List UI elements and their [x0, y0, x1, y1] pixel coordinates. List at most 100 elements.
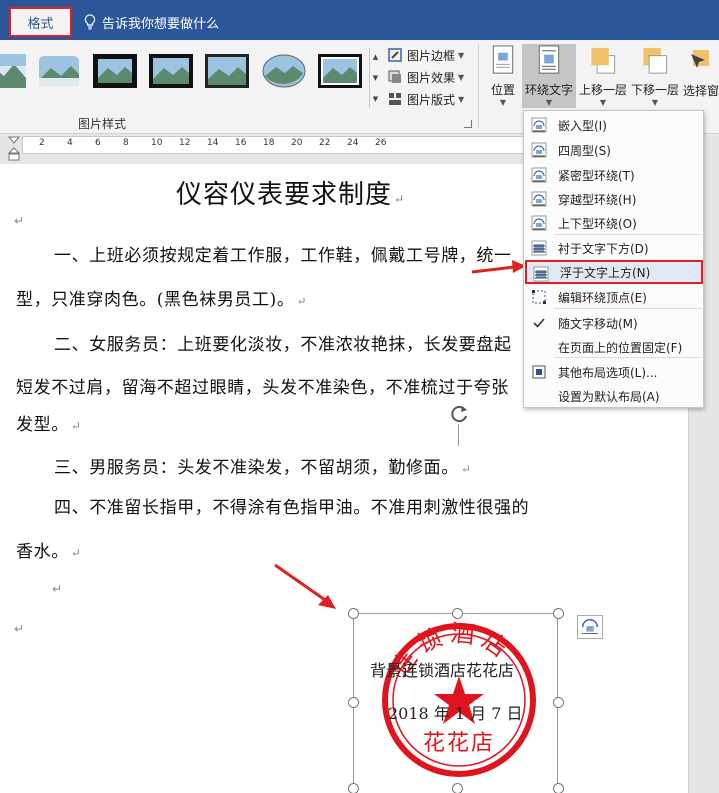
picture-style-thumbnail[interactable] [149, 54, 193, 88]
ruler-tick-label: 14 [207, 138, 219, 148]
word-window: 格式 告诉我你想要做什么 ▲ ▼ ▼ 图片样式 图片边框 ▼ 图片效果 ▼ 图片… [0, 0, 719, 793]
dropdown-arrow-icon: ▼ [599, 98, 607, 107]
document-line[interactable]: 发型。 ↵ [16, 410, 81, 435]
rotate-handle-icon[interactable] [448, 403, 470, 425]
wrap-menu-item[interactable]: 浮于文字上方(N) [525, 260, 703, 284]
tab-format[interactable]: 格式 [9, 7, 72, 37]
picture-style-thumbnail[interactable] [93, 54, 137, 88]
menu-separator [554, 357, 702, 358]
wrap-menu-item[interactable]: 设置为默认布局(A) [525, 384, 703, 408]
picture-layout-button[interactable]: 图片版式 ▼ [388, 88, 464, 110]
position-button[interactable]: 位置 ▼ [487, 44, 519, 108]
picture-effects-label: 图片效果 [407, 70, 456, 85]
gallery-down-icon[interactable]: ▼ [373, 69, 378, 87]
ruler-tick-label: 18 [263, 138, 275, 148]
resize-handle[interactable] [348, 783, 359, 793]
picture-style-thumbnail[interactable] [262, 54, 306, 88]
wrap-menu-item[interactable]: 紧密型环绕(T) [525, 163, 703, 187]
paragraph-mark: ↵ [14, 214, 25, 228]
gallery-more-icon[interactable]: ▼ [373, 90, 378, 108]
picture-style-thumbnail[interactable] [205, 54, 249, 88]
dropdown-arrow-icon: ▼ [499, 98, 507, 107]
resize-handle[interactable] [452, 783, 463, 793]
square-wrap-icon [531, 142, 547, 158]
annotation-arrow-icon [471, 260, 526, 274]
resize-handle[interactable] [348, 697, 359, 708]
ruler-tick-label: 4 [67, 138, 73, 148]
picture-border-label: 图片边框 [407, 48, 456, 63]
resize-handle[interactable] [553, 783, 564, 793]
ruler-tick-label: 10 [151, 138, 163, 148]
picture-style-thumbnail[interactable] [318, 54, 362, 88]
picture-styles-group-label: 图片样式 [78, 117, 127, 131]
document-line[interactable]: 二、女服务员：上班要化淡妆，不准浓妆艳抹，长发要盘起 [54, 330, 512, 355]
bring-forward-button[interactable]: 上移一层 ▼ [578, 44, 628, 108]
selection-pane-button[interactable]: 选择窗 [683, 44, 719, 108]
wrap-menu-item[interactable]: 其他布局选项(L)... [525, 360, 703, 384]
wrap-menu-item[interactable]: 在页面上的位置固定(F) [525, 335, 703, 359]
wrap-menu-item[interactable]: 穿越型环绕(H) [525, 187, 703, 211]
indent-marker-icon[interactable] [8, 136, 20, 162]
menu-separator [554, 234, 702, 235]
wrap-menu-item-label: 编辑环绕顶点(E) [558, 290, 647, 305]
ruler-tick-label: 12 [179, 138, 191, 148]
document-line[interactable]: 四、不准留长指甲，不得涂有色指甲油。不准用刺激性很强的 [54, 493, 529, 518]
wrap-menu-item-label: 浮于文字上方(N) [560, 265, 651, 280]
resize-handle[interactable] [348, 608, 359, 619]
ruler-tick-label: 8 [123, 138, 129, 148]
document-line[interactable]: 香水。 ↵ [16, 537, 81, 562]
wrap-menu-item-label: 其他布局选项(L)... [558, 365, 658, 380]
wrap-menu-item-label: 嵌入型(I) [558, 118, 607, 133]
behind-text-icon [531, 240, 547, 256]
menu-separator [554, 308, 702, 309]
wrap-text-label: 环绕文字 [524, 83, 573, 97]
dropdown-arrow-icon: ▼ [458, 72, 465, 82]
wrap-menu-item[interactable]: 嵌入型(I) [525, 113, 703, 137]
gallery-up-icon[interactable]: ▲ [373, 48, 378, 66]
wrap-menu-item[interactable]: 上下型环绕(O) [525, 211, 703, 235]
image-caption-line2: 2018 年 1 月 7 日 [388, 704, 523, 723]
ruler-tick-label: 22 [319, 138, 331, 148]
resize-handle[interactable] [553, 697, 564, 708]
picture-style-thumbnail[interactable] [37, 54, 81, 88]
wrap-menu-item[interactable]: 衬于文字下方(D) [525, 236, 703, 260]
wrap-text-menu: 嵌入型(I) 四周型(S) 紧密型环绕(T) 穿越型环绕(H) 上下型环绕(O) 衬于文字… [523, 110, 704, 408]
top-bottom-wrap-icon [531, 215, 547, 231]
svg-text:花花店: 花花店 [423, 731, 495, 756]
wrap-menu-item-label: 设置为默认布局(A) [558, 389, 660, 404]
dialog-launcher-icon[interactable] [464, 120, 472, 128]
wrap-menu-item-label: 随文字移动(M) [558, 316, 638, 331]
document-line[interactable]: 三、男服务员：头发不准染发，不留胡须，勤修面。 ↵ [54, 453, 471, 478]
resize-handle[interactable] [553, 608, 564, 619]
picture-border-button[interactable]: 图片边框 ▼ [388, 44, 464, 66]
picture-effects-button[interactable]: 图片效果 ▼ [388, 66, 464, 88]
layout-options-icon[interactable] [577, 615, 603, 639]
selection-pane-label: 选择窗 [683, 84, 719, 98]
annotation-arrow-icon [274, 563, 336, 609]
resize-handle[interactable] [452, 608, 463, 619]
document-line[interactable]: 型，只准穿肉色。(黑色袜男员工)。 ↵ [16, 285, 307, 310]
picture-style-thumbnail[interactable] [0, 54, 26, 88]
lightbulb-icon [84, 14, 96, 30]
dropdown-arrow-icon: ▼ [545, 98, 553, 107]
position-label: 位置 [490, 83, 515, 97]
tight-wrap-icon [531, 167, 547, 183]
paragraph-mark: ↵ [14, 622, 25, 636]
wrap-menu-item[interactable]: 随文字移动(M) [525, 311, 703, 335]
dropdown-arrow-icon: ▼ [458, 50, 465, 60]
tell-me-search[interactable]: 告诉我你想要做什么 [84, 12, 219, 32]
inline-icon [531, 117, 547, 133]
ruler-tick-label: 2 [39, 138, 45, 148]
edit-wrap-points-icon [532, 290, 546, 304]
wrap-menu-item-label: 在页面上的位置固定(F) [558, 340, 683, 355]
wrap-menu-item[interactable]: 四周型(S) [525, 138, 703, 162]
checkmark-icon [533, 318, 545, 328]
wrap-text-button[interactable]: 环绕文字 ▼ [522, 44, 576, 108]
document-line[interactable]: 一、上班必须按规定着工作服，工作鞋，佩戴工号牌，统一 [54, 241, 512, 266]
send-backward-icon [643, 47, 668, 74]
document-line[interactable]: 短发不过肩，留海不超过眼睛，头发不准染色，不准梳过于夸张 [16, 373, 509, 398]
wrap-menu-item[interactable]: 编辑环绕顶点(E) [525, 285, 703, 309]
send-backward-button[interactable]: 下移一层 ▼ [630, 44, 680, 108]
gallery-scroll[interactable]: ▲ ▼ ▼ [369, 48, 381, 108]
document-title[interactable]: 仪容仪表要求制度 ↵ [176, 174, 405, 211]
